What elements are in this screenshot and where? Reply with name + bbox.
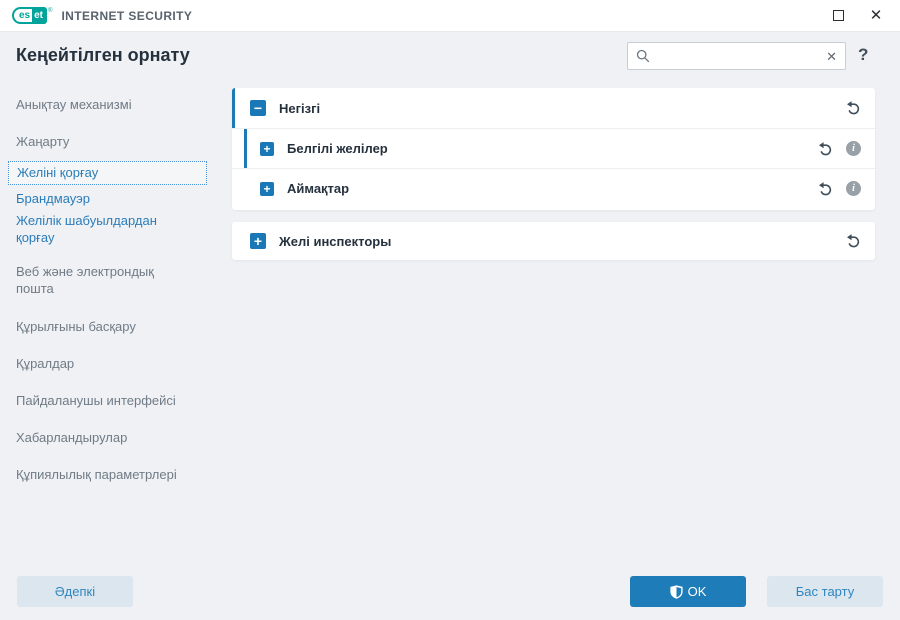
cancel-button[interactable]: Бас тарту [767, 576, 883, 607]
sidebar-item-network-protection[interactable]: Желіні қорғау [8, 161, 207, 185]
tree-row-basic[interactable]: − Негізгі [232, 88, 875, 128]
revert-button[interactable] [817, 181, 833, 197]
maximize-button[interactable] [826, 4, 850, 28]
tree-row-label: Негізгі [279, 100, 321, 116]
sidebar-item-update[interactable]: Жаңарту [0, 133, 215, 150]
window-controls: ✕ [826, 4, 888, 28]
maximize-icon [832, 10, 844, 21]
cancel-button-label: Бас тарту [795, 584, 855, 599]
expand-icon: + [263, 141, 271, 156]
sidebar-item-web-and-email[interactable]: Веб және электрондық пошта [0, 263, 185, 297]
sidebar-item-detection-engine[interactable]: Анықтау механизмі [0, 96, 215, 113]
sidebar-item-user-interface[interactable]: Пайдаланушы интерфейсі [0, 392, 215, 409]
expand-button[interactable]: + [250, 233, 266, 249]
sidebar-item-network-attack-protection[interactable]: Желілік шабуылдардан қорғау [0, 212, 185, 246]
close-icon: ✕ [869, 7, 883, 24]
expand-button[interactable]: + [260, 181, 274, 196]
product-name: INTERNET SECURITY [61, 8, 193, 23]
search-input[interactable] [650, 48, 827, 64]
collapse-icon: − [253, 100, 263, 116]
info-icon: i [846, 181, 861, 196]
uac-shield-icon [669, 584, 683, 599]
row-icons: i [817, 181, 875, 197]
tree-row-label: Желі инспекторы [279, 233, 392, 249]
search-icon [636, 49, 650, 63]
modified-accent-bar [244, 129, 247, 168]
revert-button[interactable] [845, 233, 861, 249]
expand-icon: + [263, 181, 271, 196]
revert-icon [819, 141, 832, 155]
revert-icon [847, 101, 860, 115]
revert-icon [847, 234, 860, 248]
default-button-label: Әдепкі [54, 584, 96, 599]
sidebar-nav: Анықтау механизмі Жаңарту Желіні қорғау … [0, 80, 230, 560]
eset-logo-right: et [32, 7, 48, 24]
row-icons [845, 100, 875, 116]
help-icon: ? [858, 45, 869, 64]
settings-panel-network-inspector: + Желі инспекторы [232, 222, 875, 260]
expand-button[interactable]: + [260, 141, 274, 156]
info-icon: i [846, 141, 861, 156]
sidebar-item-firewall[interactable]: Брандмауэр [0, 190, 215, 207]
registered-mark: ® [48, 8, 53, 14]
default-button[interactable]: Әдепкі [17, 576, 133, 607]
revert-button[interactable] [845, 100, 861, 116]
eset-logo-pill: es et [12, 7, 48, 24]
ok-button-label: OK [687, 584, 707, 599]
tree-row-network-inspector[interactable]: + Желі инспекторы [232, 222, 875, 260]
expand-icon: + [253, 233, 263, 249]
titlebar: es et ® INTERNET SECURITY ✕ [0, 0, 900, 32]
search-clear-button[interactable]: ✕ [826, 50, 837, 63]
clear-icon: ✕ [826, 48, 837, 64]
tree-row-zones[interactable]: + Аймақтар i [232, 168, 875, 208]
advanced-setup-window: es et ® INTERNET SECURITY ✕ Кеңейтілген … [0, 0, 900, 620]
tree-row-label: Аймақтар [287, 181, 350, 196]
modified-accent-bar [232, 88, 235, 128]
revert-icon [819, 181, 832, 195]
sidebar-item-notifications[interactable]: Хабарландырулар [0, 429, 215, 446]
search-box[interactable]: ✕ [627, 42, 846, 70]
page-title: Кеңейтілген орнату [16, 45, 190, 65]
info-button[interactable]: i [846, 141, 861, 156]
sidebar-item-privacy-settings[interactable]: Құпиялылық параметрлері [0, 466, 215, 483]
eset-logo-left: es [12, 7, 33, 24]
help-button[interactable]: ? [858, 45, 868, 65]
eset-logo: es et ® [12, 7, 52, 24]
sidebar-item-tools[interactable]: Құралдар [0, 355, 215, 372]
row-icons: i [817, 141, 875, 157]
row-icons [845, 233, 875, 249]
tree-row-label: Белгілі желілер [287, 141, 388, 156]
tree-row-known-networks[interactable]: + Белгілі желілер i [232, 128, 875, 168]
info-button[interactable]: i [846, 181, 861, 196]
close-button[interactable]: ✕ [864, 4, 888, 28]
settings-panel-basic: − Негізгі + Белгілі желілер i + Аймақтар… [232, 88, 875, 210]
ok-button[interactable]: OK [630, 576, 746, 607]
sidebar-item-device-control[interactable]: Құрылғыны басқару [0, 318, 215, 335]
revert-button[interactable] [817, 141, 833, 157]
collapse-button[interactable]: − [250, 100, 266, 116]
